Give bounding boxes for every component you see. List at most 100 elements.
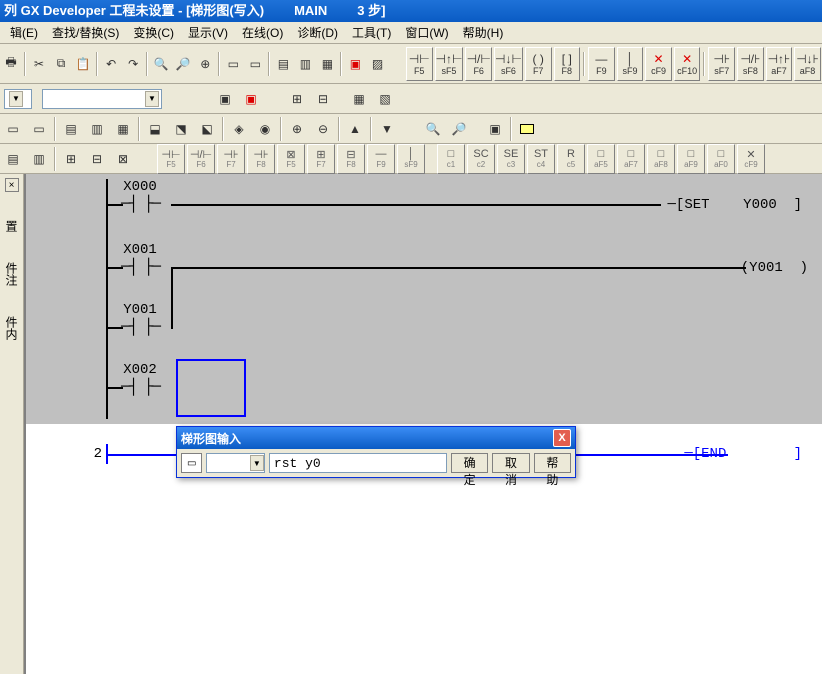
contact-y001[interactable]: Y001 ─┤ ├─ — [121, 302, 159, 336]
af7-button[interactable]: ⊣↑⊦aF7 — [766, 47, 793, 81]
toolbar-disabled-row: ▤ ▥ ⊞ ⊟ ⊠ ⊣⊢F5 ⊣/⊢F6 ⊣⊦F7 ⊣⊦F8 ⊠F5 ⊞F7 ⊟… — [0, 144, 822, 174]
menu-diagnose[interactable]: 诊断(D) — [291, 22, 344, 43]
contact-pulse-button[interactable]: ⊣↑⊢sF5 — [435, 47, 464, 81]
menu-edit[interactable]: 辑(E) — [4, 22, 44, 43]
aux2-icon[interactable]: ▭ — [27, 117, 51, 141]
d2-icon[interactable]: ▥ — [27, 147, 51, 171]
sb-f8b: ⊟F8 — [337, 144, 365, 174]
d3-icon[interactable]: ⊞ — [59, 147, 83, 171]
aux9-icon[interactable]: ◈ — [227, 117, 251, 141]
zoom-fit-icon[interactable]: ⊕ — [195, 52, 215, 76]
contact-x002[interactable]: X002 ─┤ ├─ — [121, 362, 159, 396]
tool-f-icon[interactable]: ▣ — [345, 52, 365, 76]
aux7-icon[interactable]: ⬔ — [169, 117, 193, 141]
aux10-icon[interactable]: ◉ — [253, 117, 277, 141]
panel-label-1[interactable]: 置 — [3, 220, 20, 232]
view3-icon[interactable]: ⊞ — [285, 87, 309, 111]
hline-button[interactable]: —F9 — [588, 47, 615, 81]
d5-icon[interactable]: ⊠ — [111, 147, 135, 171]
ladder-editor[interactable]: X000 ─┤ ├─ ─[SET Y000 ] X001 ─┤ ├─ (Y001… — [24, 174, 822, 674]
del-vline-button[interactable]: ✕cF10 — [674, 47, 701, 81]
menu-view[interactable]: 显示(V) — [182, 22, 234, 43]
left-rail — [106, 179, 108, 419]
aux11-icon[interactable]: ⊕ — [285, 117, 309, 141]
aux6-icon[interactable]: ⬓ — [143, 117, 167, 141]
aux15-icon[interactable]: 🔍 — [421, 117, 445, 141]
dialog-close-icon[interactable]: X — [553, 429, 571, 447]
zoom-out-icon[interactable]: 🔎 — [173, 52, 193, 76]
view1-icon[interactable]: ▣ — [213, 87, 237, 111]
dialog-cancel-button[interactable]: 取消 — [492, 453, 529, 473]
tool-e-icon[interactable]: ▦ — [317, 52, 337, 76]
aux12-icon[interactable]: ⊖ — [311, 117, 335, 141]
dialog-help-button[interactable]: 帮助 — [534, 453, 571, 473]
d1-icon[interactable]: ▤ — [1, 147, 25, 171]
copy-icon[interactable]: ⧉ — [51, 52, 71, 76]
doc-name: [梯形图(写入) — [186, 0, 264, 22]
view5-icon[interactable]: ▦ — [347, 87, 371, 111]
panel-label-2[interactable]: 件注 — [3, 262, 20, 286]
tool-b-icon[interactable]: ▭ — [245, 52, 265, 76]
aux1-icon[interactable]: ▭ — [1, 117, 25, 141]
view2-icon[interactable]: ▣ — [239, 87, 263, 111]
toolbar-main: 🖶 ✂ ⧉ 📋 ↶ ↷ 🔍 🔎 ⊕ ▭ ▭ ▤ ▥ ▦ ▣ ▨ ⊣⊢F5 ⊣↑⊢… — [0, 44, 822, 84]
dialog-ok-button[interactable]: 确定 — [451, 453, 488, 473]
sb-af0: □aF0 — [707, 144, 735, 174]
aux13-icon[interactable]: ▲ — [343, 117, 367, 141]
view6-icon[interactable]: ▧ — [373, 87, 397, 111]
cursor-box[interactable] — [176, 359, 246, 417]
aux4-icon[interactable]: ▥ — [85, 117, 109, 141]
tool-d-icon[interactable]: ▥ — [295, 52, 315, 76]
d4-icon[interactable]: ⊟ — [85, 147, 109, 171]
aux18-icon[interactable] — [515, 117, 539, 141]
menu-search[interactable]: 查找/替换(S) — [46, 22, 125, 43]
undo-icon[interactable]: ↶ — [101, 52, 121, 76]
del-hline-button[interactable]: ✕cF9 — [645, 47, 672, 81]
func-button[interactable]: [ ]F8 — [554, 47, 581, 81]
sf7-button[interactable]: ⊣⊦sF7 — [708, 47, 735, 81]
zoom-in-icon[interactable]: 🔍 — [151, 52, 171, 76]
sb-f8: ⊣⊦F8 — [247, 144, 275, 174]
cut-icon[interactable]: ✂ — [29, 52, 49, 76]
dialog-titlebar[interactable]: 梯形图输入 X — [177, 427, 575, 449]
contact-x000[interactable]: X000 ─┤ ├─ — [121, 179, 159, 213]
menu-tools[interactable]: 工具(T) — [346, 22, 397, 43]
aux8-icon[interactable]: ⬕ — [195, 117, 219, 141]
dialog-symbol-icon[interactable]: ▭ — [181, 453, 202, 473]
contact-nc-button[interactable]: ⊣/⊢F6 — [465, 47, 492, 81]
coil-y001[interactable]: (Y001 ) — [741, 260, 808, 276]
combo-2[interactable]: ▼ — [42, 89, 162, 109]
dialog-combo[interactable]: ▼ — [206, 453, 264, 473]
redo-icon[interactable]: ↷ — [123, 52, 143, 76]
contact-no-button[interactable]: ⊣⊢F5 — [406, 47, 433, 81]
sb-af5: □aF5 — [587, 144, 615, 174]
menu-convert[interactable]: 变换(C) — [127, 22, 180, 43]
coil-set-y000[interactable]: ─[SET Y000 ] — [668, 197, 802, 213]
panel-label-3[interactable]: 件内 — [3, 316, 20, 340]
view4-icon[interactable]: ⊟ — [311, 87, 335, 111]
menu-help[interactable]: 帮助(H) — [457, 22, 510, 43]
print-icon[interactable]: 🖶 — [1, 52, 21, 76]
dialog-title: 梯形图输入 — [181, 430, 241, 447]
menu-window[interactable]: 窗口(W) — [399, 22, 454, 43]
vline-button[interactable]: │sF9 — [617, 47, 644, 81]
tool-g-icon[interactable]: ▨ — [367, 52, 387, 76]
aux16-icon[interactable]: 🔎 — [447, 117, 471, 141]
af8-button[interactable]: ⊣↓⊦aF8 — [794, 47, 821, 81]
paste-icon[interactable]: 📋 — [73, 52, 93, 76]
tool-c-icon[interactable]: ▤ — [273, 52, 293, 76]
tool-a-icon[interactable]: ▭ — [223, 52, 243, 76]
sf8-button[interactable]: ⊣/⊦sF8 — [737, 47, 764, 81]
aux3-icon[interactable]: ▤ — [59, 117, 83, 141]
sb-cf9: ✕cF9 — [737, 144, 765, 174]
aux14-icon[interactable]: ▼ — [375, 117, 399, 141]
panel-close-icon[interactable]: × — [5, 178, 19, 192]
dialog-input[interactable] — [269, 453, 447, 473]
menu-online[interactable]: 在线(O) — [236, 22, 289, 43]
combo-1[interactable]: ▼ — [4, 89, 32, 109]
contact-x001[interactable]: X001 ─┤ ├─ — [121, 242, 159, 276]
coil-button[interactable]: ( )F7 — [525, 47, 552, 81]
aux5-icon[interactable]: ▦ — [111, 117, 135, 141]
contact-npulse-button[interactable]: ⊣↓⊢sF6 — [494, 47, 523, 81]
aux17-icon[interactable]: ▣ — [483, 117, 507, 141]
